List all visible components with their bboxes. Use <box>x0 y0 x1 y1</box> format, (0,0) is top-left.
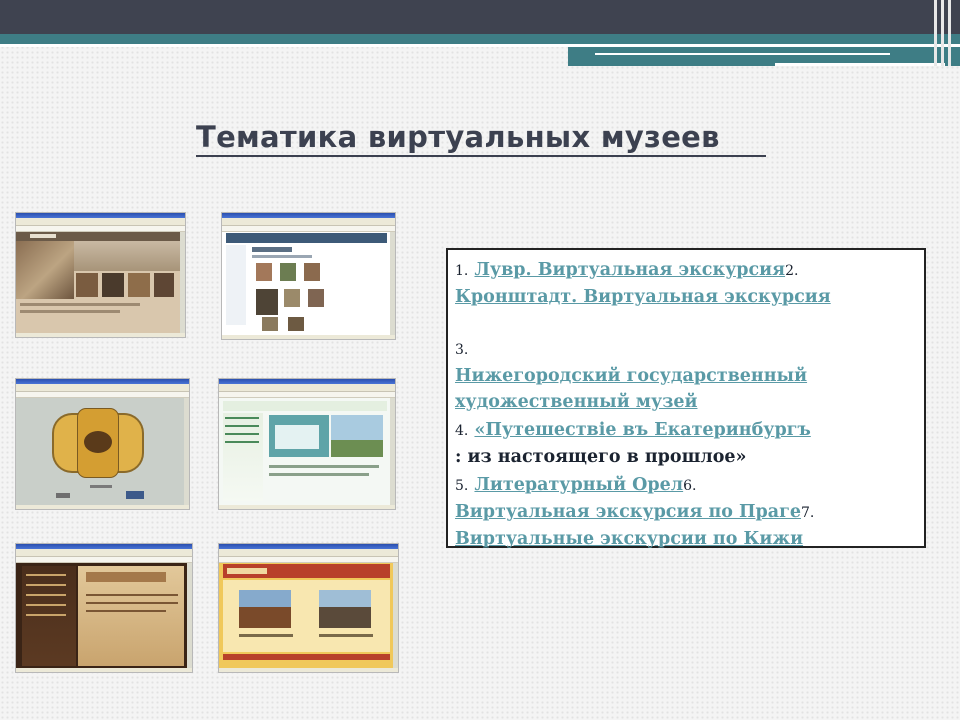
header-band <box>0 0 960 34</box>
accent-band <box>0 34 960 44</box>
thumbnail-ekaterinburg[interactable] <box>219 379 395 509</box>
link-louvre[interactable]: Лувр. Виртуальная экскурсия <box>474 260 785 280</box>
list-item: 1. Лувр. Виртуальная экскурсия2. Кронштад… <box>455 260 831 307</box>
link-ekaterinburg[interactable]: «Путешествiе въ Екатеринбургъ <box>474 420 810 440</box>
link-ekaterinburg-tail: : из настоящего в прошлое» <box>455 447 747 467</box>
link-orel[interactable]: Литературный Орел <box>474 475 683 495</box>
list-item: 3. Нижегородский государственный художест… <box>455 342 808 412</box>
thumbnail-nizhny-museum[interactable] <box>16 379 189 509</box>
thumbnail-orel[interactable] <box>16 544 192 672</box>
title-underline <box>196 155 766 157</box>
thumbnail-louvre[interactable] <box>16 213 185 337</box>
list-item: 4. «Путешествiе въ Екатеринбургъ: из нас… <box>455 420 811 467</box>
thumbnail-kizhi[interactable] <box>219 544 398 672</box>
link-prague[interactable]: Виртуальная экскурсия по Праге <box>455 502 801 522</box>
link-nizhny-museum[interactable]: Нижегородский государственный художестве… <box>455 366 807 412</box>
link-kizhi[interactable]: Виртуальные экскурсии по Кижи <box>455 529 803 549</box>
list-item: 5. Литературный Орел6. Виртуальная экскур… <box>455 475 815 549</box>
accent-line <box>595 53 890 55</box>
slide-title: Тематика виртуальных музеев <box>196 120 720 154</box>
link-kronstadt[interactable]: Кронштадт. Виртуальная экскурсия <box>455 287 831 307</box>
corner-decoration <box>930 0 960 66</box>
museum-links-list: 1. Лувр. Виртуальная экскурсия2. Кронштад… <box>455 257 915 552</box>
accent-line <box>775 63 945 66</box>
thumbnail-kronstadt[interactable] <box>222 213 395 339</box>
